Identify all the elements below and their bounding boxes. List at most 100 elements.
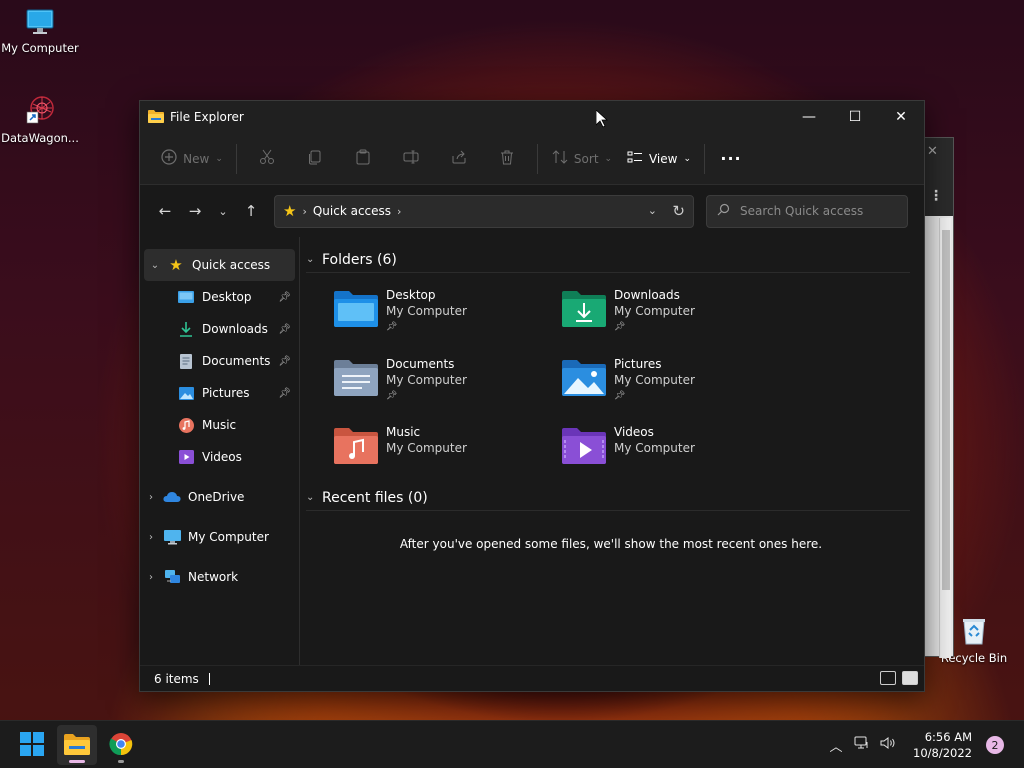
taskbar: ︿ 6:56 AM 10/8/2022 2 xyxy=(0,720,1024,768)
sidebar-item-label: Music xyxy=(202,418,237,432)
sidebar-item-quick-access[interactable]: ⌄ ★ Quick access xyxy=(144,249,295,281)
delete-button[interactable] xyxy=(483,142,531,176)
sort-button[interactable]: Sort ⌄ xyxy=(544,142,620,176)
chevron-up-icon[interactable]: ︿ xyxy=(823,736,849,755)
pin-icon: 📌︎ xyxy=(386,390,398,401)
details-view-button[interactable] xyxy=(880,671,896,685)
navigation-bar: ← → ⌄ ↑ ★ › Quick access › ⌄ ↻ xyxy=(140,185,924,237)
sidebar-item-label: Videos xyxy=(202,450,242,464)
address-history-dropdown[interactable]: ⌄ xyxy=(648,204,657,217)
search-box[interactable] xyxy=(706,194,908,228)
scrollbar[interactable] xyxy=(939,218,951,658)
recent-files-section-header[interactable]: ⌄ Recent files (0) xyxy=(306,485,910,511)
background-window[interactable]: ✕ ⋮ xyxy=(920,137,954,658)
chevron-right-icon[interactable]: › xyxy=(140,532,162,543)
folder-tile-pictures[interactable]: Pictures My Computer 📌︎ xyxy=(562,356,790,412)
rename-icon xyxy=(403,149,419,168)
navigation-pane: ⌄ ★ Quick access Desktop 📌︎ Downloads 📌︎… xyxy=(140,237,300,665)
notification-badge[interactable]: 2 xyxy=(986,736,1004,754)
network-status-icon[interactable] xyxy=(849,736,875,754)
see-more-button[interactable]: ··· xyxy=(711,142,751,176)
toolbar-divider xyxy=(704,143,705,174)
clock[interactable]: 6:56 AM 10/8/2022 xyxy=(913,729,972,761)
sidebar-item-onedrive[interactable]: › OneDrive xyxy=(140,481,299,513)
folder-icon xyxy=(148,109,164,126)
sidebar-item-videos[interactable]: Videos xyxy=(140,441,299,473)
new-button[interactable]: New ⌄ xyxy=(154,142,230,176)
cut-button[interactable] xyxy=(243,142,291,176)
folder-location: My Computer xyxy=(386,441,467,456)
forward-button[interactable]: → xyxy=(180,196,210,226)
sidebar-item-desktop[interactable]: Desktop 📌︎ xyxy=(140,281,299,313)
folder-name: Music xyxy=(386,425,421,440)
chevron-right-icon[interactable]: › xyxy=(140,492,162,503)
file-explorer-window: File Explorer — ☐ ✕ New ⌄ Sort ⌄ View ⌄ xyxy=(139,100,925,692)
address-bar[interactable]: ★ › Quick access › ⌄ ↻ xyxy=(274,194,694,228)
close-button[interactable]: ✕ xyxy=(878,101,924,133)
chevron-down-icon[interactable]: ⌄ xyxy=(306,492,322,503)
taskbar-file-explorer[interactable] xyxy=(57,725,97,765)
chevron-down-icon: ⌄ xyxy=(683,153,692,164)
desktop-icon-my-computer[interactable]: My Computer xyxy=(0,8,80,55)
folders-section-title: Folders (6) xyxy=(322,251,397,268)
back-button[interactable]: ← xyxy=(150,196,180,226)
title-bar[interactable]: File Explorer — ☐ ✕ xyxy=(140,101,924,133)
star-icon: ★ xyxy=(283,202,297,220)
volume-icon[interactable] xyxy=(875,736,901,754)
chevron-down-icon: ⌄ xyxy=(604,153,613,164)
large-icons-view-button[interactable] xyxy=(902,671,918,685)
folder-tile-videos[interactable]: Videos My Computer xyxy=(562,424,790,480)
maximize-button[interactable]: ☐ xyxy=(832,101,878,133)
sidebar-item-music[interactable]: Music xyxy=(140,409,299,441)
sidebar-item-my-computer[interactable]: › My Computer xyxy=(140,521,299,553)
running-indicator xyxy=(118,760,124,763)
picture-icon xyxy=(176,386,196,400)
toolbar-divider xyxy=(537,143,538,174)
sidebar-item-documents[interactable]: Documents 📌︎ xyxy=(140,345,299,377)
rename-button[interactable] xyxy=(387,142,435,176)
folder-tile-music[interactable]: Music My Computer xyxy=(334,424,562,480)
desktop-folder-icon xyxy=(334,289,378,329)
up-button[interactable]: ↑ xyxy=(236,196,266,226)
folder-name: Desktop xyxy=(386,288,436,302)
desktop-icon-datawagon[interactable]: DataWagon... xyxy=(0,94,80,145)
sidebar-item-pictures[interactable]: Pictures 📌︎ xyxy=(140,377,299,409)
chevron-right-icon[interactable]: › xyxy=(397,205,401,218)
recent-locations-button[interactable]: ⌄ xyxy=(210,196,236,226)
new-button-label: New xyxy=(183,151,210,166)
sidebar-item-downloads[interactable]: Downloads 📌︎ xyxy=(140,313,299,345)
view-button[interactable]: View ⌄ xyxy=(620,142,698,176)
close-icon[interactable]: ✕ xyxy=(927,144,938,159)
sort-button-label: Sort xyxy=(573,151,599,166)
scrollbar-thumb[interactable] xyxy=(942,230,950,590)
start-button[interactable] xyxy=(12,725,52,765)
copy-button[interactable] xyxy=(291,142,339,176)
more-icon[interactable]: ⋮ xyxy=(929,188,943,204)
folders-section-header[interactable]: ⌄ Folders (6) xyxy=(306,247,910,273)
status-bar: 6 items xyxy=(140,665,924,691)
refresh-icon[interactable]: ↻ xyxy=(672,202,685,220)
sidebar-item-network[interactable]: › Network xyxy=(140,561,299,593)
paste-button[interactable] xyxy=(339,142,387,176)
search-icon xyxy=(717,203,730,219)
search-input[interactable] xyxy=(740,204,890,218)
taskbar-chrome[interactable] xyxy=(101,725,141,765)
sidebar-item-label: Network xyxy=(188,570,239,584)
recent-files-empty-message: After you've opened some files, we'll sh… xyxy=(399,537,823,551)
windows-logo-icon xyxy=(20,731,44,759)
chevron-down-icon[interactable]: ⌄ xyxy=(306,254,322,265)
chevron-right-icon[interactable]: › xyxy=(140,572,162,583)
chevron-down-icon[interactable]: ⌄ xyxy=(144,260,166,271)
folder-tile-documents[interactable]: Documents My Computer 📌︎ xyxy=(334,356,562,412)
minimize-button[interactable]: — xyxy=(786,101,832,133)
folder-tile-downloads[interactable]: Downloads My Computer 📌︎ xyxy=(562,287,790,343)
copy-icon xyxy=(307,149,323,168)
close-icon: ✕ xyxy=(895,109,907,125)
breadcrumb-quick-access[interactable]: Quick access xyxy=(313,204,391,218)
share-button[interactable] xyxy=(435,142,483,176)
plus-circle-icon xyxy=(161,149,177,168)
pin-icon: 📌︎ xyxy=(278,355,291,367)
sidebar-item-label: Quick access xyxy=(192,258,271,272)
folder-tile-desktop[interactable]: Desktop My Computer 📌︎ xyxy=(334,287,562,343)
sidebar-item-label: Desktop xyxy=(202,290,252,304)
